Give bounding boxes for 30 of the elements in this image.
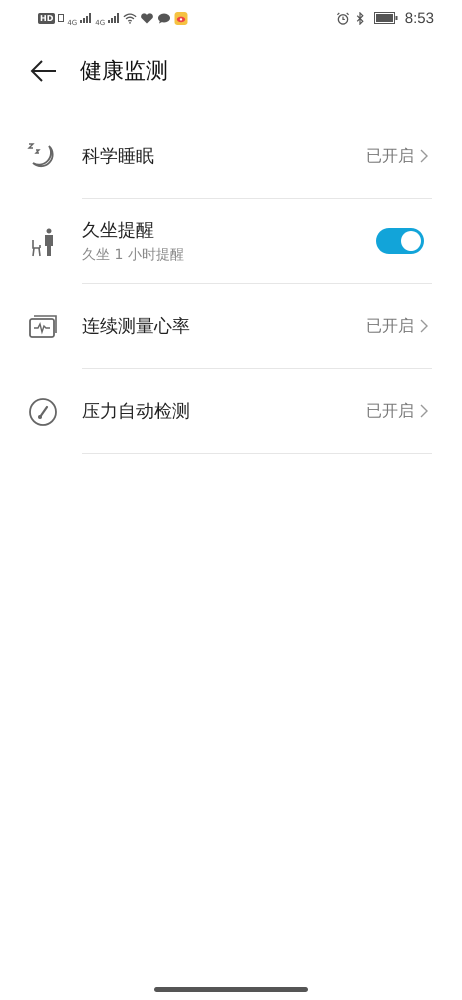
wifi-icon xyxy=(123,12,138,24)
setting-title: 科学睡眠 xyxy=(82,145,155,168)
settings-row[interactable]: 连续测量心率 已开启 xyxy=(0,284,462,369)
battery-icon xyxy=(374,12,398,24)
hd-badge: HD xyxy=(38,12,56,24)
setting-subtitle: 久坐 1 小时提醒 xyxy=(82,246,185,264)
setting-status: 已开启 xyxy=(366,146,414,166)
settings-row[interactable]: 科学睡眠 已开启 xyxy=(0,114,462,199)
setting-status: 已开启 xyxy=(366,316,414,336)
toggle-switch[interactable] xyxy=(376,228,424,254)
page-title: 健康监测 xyxy=(80,58,168,86)
setting-title: 连续测量心率 xyxy=(82,315,191,338)
back-button[interactable] xyxy=(30,59,58,83)
settings-row[interactable]: 久坐提醒 久坐 1 小时提醒 xyxy=(0,199,462,284)
setting-title: 久坐提醒 xyxy=(82,219,155,242)
gauge-icon xyxy=(27,396,59,428)
chevron-icon xyxy=(420,319,428,333)
signal-icon xyxy=(108,13,120,23)
signal-icon xyxy=(80,13,92,23)
chat-icon xyxy=(157,12,172,24)
settings-row[interactable]: 压力自动检测 已开启 xyxy=(0,369,462,454)
alarm-icon xyxy=(336,12,350,24)
setting-status: 已开启 xyxy=(366,400,414,422)
app-icon xyxy=(174,12,188,24)
clock-time: 8:53 xyxy=(404,10,434,26)
sim-icon xyxy=(58,14,64,22)
setting-title: 压力自动检测 xyxy=(82,400,191,423)
chevron-icon xyxy=(420,149,428,163)
chevron-icon xyxy=(420,404,428,418)
heart-icon xyxy=(140,12,154,24)
